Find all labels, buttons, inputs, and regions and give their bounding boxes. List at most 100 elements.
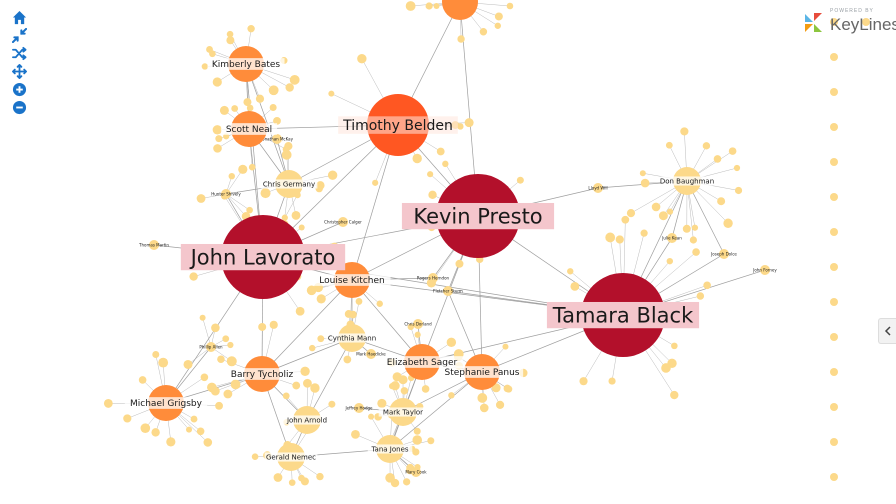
leaf-node[interactable] — [215, 135, 223, 143]
collapse-panel-button[interactable] — [878, 318, 896, 344]
isolated-node[interactable] — [830, 403, 838, 411]
leaf-node[interactable] — [436, 147, 445, 156]
leaf-node[interactable] — [421, 385, 430, 393]
isolated-node[interactable] — [830, 123, 838, 131]
leaf-node[interactable] — [199, 314, 206, 321]
leaf-node[interactable] — [403, 478, 411, 486]
leaf-node[interactable] — [226, 356, 237, 367]
isolated-node[interactable] — [830, 193, 838, 201]
leaf-node[interactable] — [269, 320, 278, 329]
node-lloyd[interactable]: Lloyd Will — [588, 183, 608, 193]
leaf-node[interactable] — [138, 376, 147, 384]
leaf-node[interactable] — [222, 335, 230, 343]
leaf-node[interactable] — [570, 281, 580, 291]
isolated-node[interactable] — [830, 368, 838, 376]
leaf-node[interactable] — [506, 2, 514, 10]
leaf-node[interactable] — [246, 104, 254, 112]
leaf-node[interactable] — [217, 355, 225, 364]
leaf-node[interactable] — [260, 188, 271, 199]
leaf-node[interactable] — [377, 398, 387, 409]
leaf-node[interactable] — [457, 35, 465, 43]
leaf-node[interactable] — [682, 224, 691, 233]
leaf-node[interactable] — [189, 272, 198, 281]
leaf-node[interactable] — [288, 479, 296, 486]
node-kimberly[interactable]: Kimberly Bates — [207, 46, 285, 82]
leaf-node[interactable] — [343, 355, 352, 364]
leaf-node[interactable] — [702, 142, 711, 150]
leaf-node[interactable] — [640, 229, 648, 237]
leaf-node[interactable] — [211, 323, 220, 333]
leaf-node[interactable] — [505, 385, 513, 393]
leaf-node[interactable] — [268, 85, 279, 96]
leaf-node[interactable] — [385, 473, 395, 483]
leaf-node[interactable] — [223, 389, 233, 399]
layout-button[interactable] — [10, 44, 28, 62]
leaf-node[interactable] — [213, 144, 222, 153]
leaf-node[interactable] — [219, 105, 229, 115]
leaf-node[interactable] — [196, 427, 205, 436]
pan-button[interactable] — [10, 62, 28, 80]
leaf-node[interactable] — [666, 208, 674, 215]
isolated-node[interactable] — [830, 158, 838, 166]
isolated-node[interactable] — [830, 438, 838, 446]
leaf-node[interactable] — [215, 401, 223, 410]
node-thomas[interactable]: Thomas Martin — [138, 240, 169, 250]
leaf-node[interactable] — [626, 209, 636, 218]
leaf-node[interactable] — [457, 123, 464, 130]
leaf-node[interactable] — [608, 377, 616, 385]
leaf-node[interactable] — [303, 378, 312, 388]
leaf-node[interactable] — [494, 22, 501, 29]
leaf-node[interactable] — [728, 147, 737, 155]
node-marycook[interactable]: Mary Cook — [405, 467, 427, 477]
leaf-node[interactable] — [567, 268, 574, 275]
node-johnarnold[interactable]: John Arnold — [282, 406, 332, 434]
isolated-node[interactable] — [830, 263, 838, 271]
leaf-node[interactable] — [190, 415, 198, 423]
leaf-node[interactable] — [281, 149, 292, 160]
node-circle[interactable] — [442, 0, 478, 20]
node-juliekean[interactable]: Julie Kean — [661, 233, 682, 243]
fit-button[interactable] — [10, 26, 28, 44]
leaf-node[interactable] — [255, 94, 265, 103]
leaf-node[interactable] — [412, 435, 423, 445]
leaf-node[interactable] — [723, 218, 733, 228]
node-johnforney[interactable]: John Forney — [752, 265, 777, 275]
leaf-node[interactable] — [166, 437, 176, 447]
isolated-node[interactable] — [830, 88, 838, 96]
network-graph[interactable]: Rogers Herndon Fletcher Sturm Hunter Shive… — [0, 0, 896, 504]
leaf-node[interactable] — [316, 472, 324, 481]
leaf-node[interactable] — [238, 164, 248, 174]
leaf-node[interactable] — [247, 24, 255, 33]
leaf-node[interactable] — [717, 197, 726, 206]
leaf-node[interactable] — [302, 368, 310, 375]
leaf-node[interactable] — [186, 426, 193, 433]
node-gerald[interactable]: Gerald Nemec — [264, 443, 318, 471]
leaf-node[interactable] — [477, 393, 488, 403]
leaf-node[interactable] — [209, 50, 216, 58]
leaf-node[interactable] — [309, 344, 316, 352]
leaf-node[interactable] — [372, 179, 379, 186]
leaf-node[interactable] — [328, 400, 336, 408]
leaf-node[interactable] — [703, 281, 711, 290]
leaf-node[interactable] — [212, 77, 222, 87]
node-rogers[interactable]: Rogers Herndon — [417, 273, 450, 283]
leaf-node[interactable] — [494, 12, 503, 21]
leaf-node[interactable] — [696, 292, 705, 300]
leaf-node[interactable] — [414, 331, 421, 338]
leaf-node[interactable] — [621, 215, 630, 224]
leaf-node[interactable] — [455, 259, 464, 268]
leaf-node[interactable] — [425, 2, 433, 10]
leaf-node[interactable] — [442, 160, 449, 168]
leaf-node[interactable] — [310, 383, 320, 393]
leaf-node[interactable] — [317, 335, 325, 343]
leaf-node[interactable] — [152, 350, 160, 358]
node-timothy[interactable]: Timothy Belden — [338, 94, 458, 156]
leaf-node[interactable] — [579, 377, 588, 386]
leaf-node[interactable] — [691, 224, 699, 231]
leaf-node[interactable] — [248, 163, 256, 171]
leaf-node[interactable] — [389, 383, 396, 390]
isolated-node[interactable] — [830, 53, 838, 61]
leaf-node[interactable] — [640, 178, 650, 188]
leaf-node[interactable] — [502, 343, 509, 350]
leaf-node[interactable] — [349, 310, 357, 319]
